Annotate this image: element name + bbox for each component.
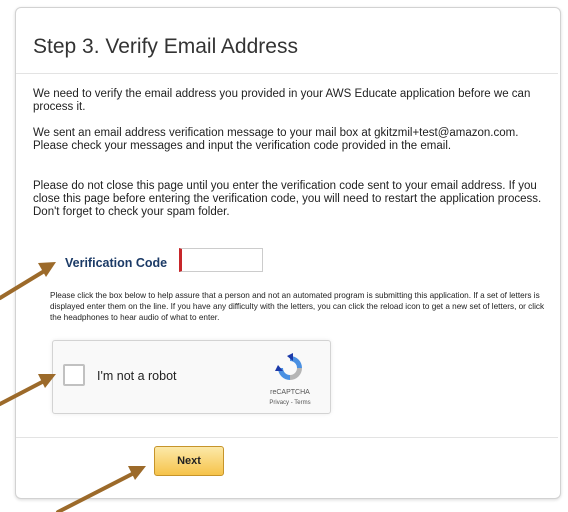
verification-code-label: Verification Code: [65, 256, 168, 270]
verification-sent-paragraph: We sent an email address verification me…: [33, 127, 519, 152]
page-title: Step 3. Verify Email Address: [33, 35, 298, 58]
recaptcha-logo-icon: [275, 353, 302, 380]
verify-email-panel: [15, 7, 561, 499]
intro-paragraph: We need to verify the email address you …: [33, 88, 531, 113]
warning-paragraph: Please do not close this page until you …: [33, 180, 542, 218]
title-divider: [16, 73, 558, 74]
footer-divider: [16, 437, 558, 438]
recaptcha-widget: I'm not a robot reCAPTCHA Privacy - Term…: [52, 340, 331, 414]
captcha-instructions: Please click the box below to help assur…: [50, 291, 545, 322]
next-button[interactable]: Next: [154, 446, 224, 476]
verification-code-input[interactable]: [179, 248, 263, 272]
recaptcha-privacy-terms[interactable]: Privacy - Terms: [261, 400, 319, 406]
recaptcha-brand: reCAPTCHA: [270, 389, 310, 396]
not-a-robot-label: I'm not a robot: [97, 369, 177, 383]
not-a-robot-checkbox[interactable]: [63, 364, 85, 386]
